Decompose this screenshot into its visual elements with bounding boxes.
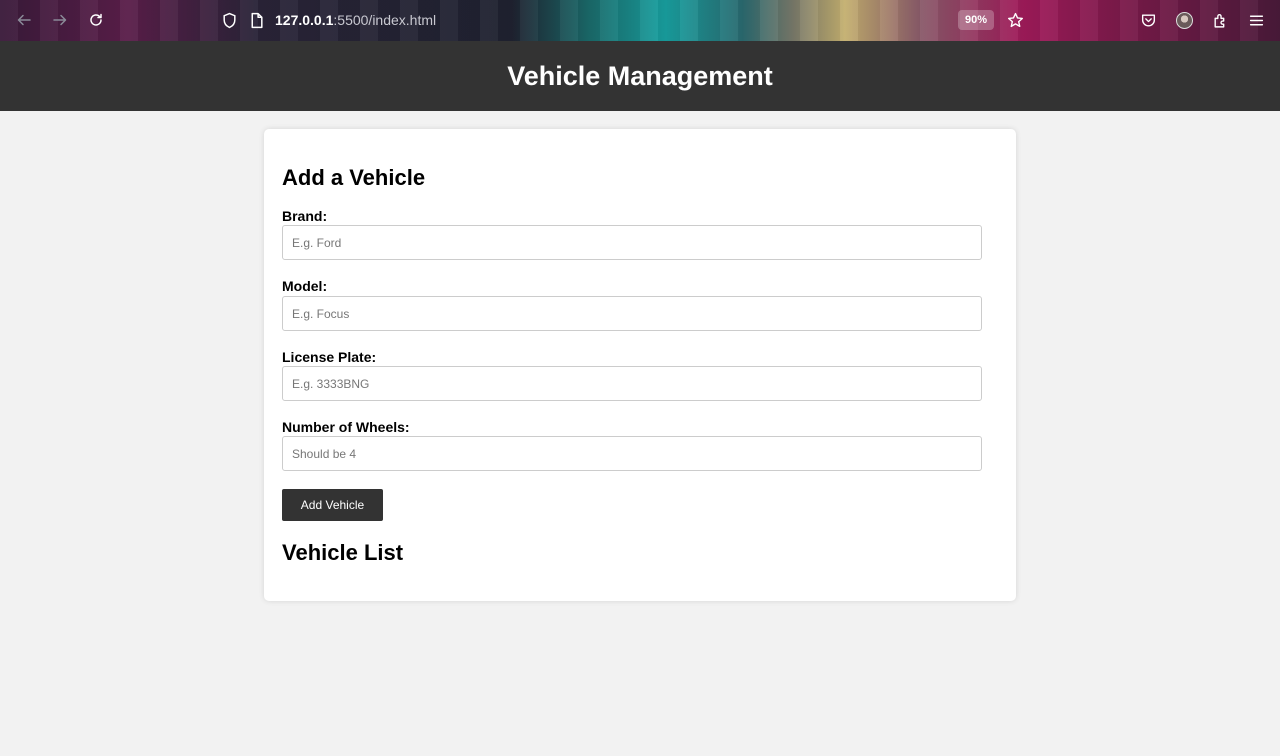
url-host: 127.0.0.1 [275, 12, 334, 28]
license-plate-input[interactable] [282, 366, 982, 401]
reload-icon[interactable] [86, 10, 106, 30]
page-title: Vehicle Management [507, 60, 773, 91]
zoom-badge[interactable]: 90% [958, 10, 994, 30]
star-icon[interactable] [1006, 11, 1024, 29]
brand-label: Brand: [282, 208, 328, 224]
page-header: Vehicle Management [0, 41, 1280, 111]
avatar[interactable] [1176, 12, 1193, 29]
model-label: Model: [282, 278, 328, 294]
extensions-icon[interactable] [1211, 11, 1229, 29]
vehicle-list-heading: Vehicle List [282, 540, 404, 565]
url-path: :5500/index.html [333, 12, 437, 28]
forward-arrow-icon[interactable] [50, 10, 70, 30]
license-plate-label: License Plate: [282, 349, 377, 365]
model-input[interactable] [282, 296, 982, 331]
shield-icon[interactable] [220, 11, 238, 29]
pocket-icon[interactable] [1139, 11, 1157, 29]
wheels-label: Number of Wheels: [282, 419, 410, 435]
url-text[interactable]: 127.0.0.1:5500/index.html [275, 12, 436, 28]
vehicle-list [282, 574, 982, 584]
browser-toolbar: 127.0.0.1:5500/index.html 90% [0, 0, 1280, 41]
brand-input[interactable] [282, 225, 982, 260]
page-icon [247, 11, 265, 29]
add-vehicle-heading: Add a Vehicle [282, 165, 426, 190]
menu-icon[interactable] [1247, 11, 1265, 29]
add-vehicle-button[interactable]: Add Vehicle [282, 489, 383, 521]
back-arrow-icon[interactable] [14, 10, 34, 30]
main-card: Add a Vehicle Brand: Model: License Plat… [264, 129, 1016, 601]
wheels-input[interactable] [282, 436, 982, 471]
